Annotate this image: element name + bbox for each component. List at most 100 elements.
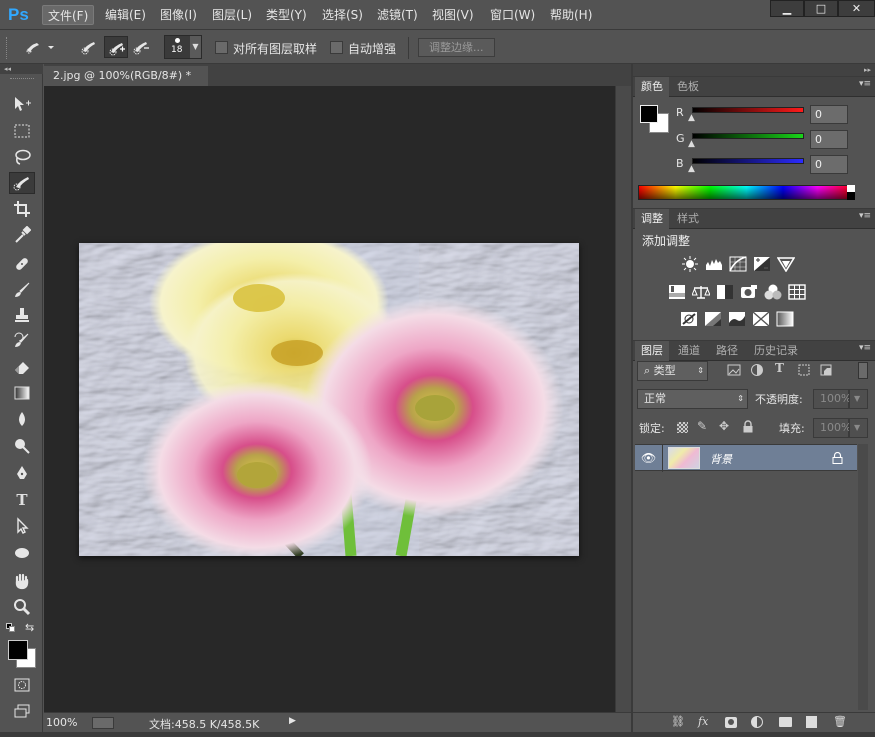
lock-position-icon[interactable]: ✥ <box>719 419 729 433</box>
tab-layers[interactable]: 图层 <box>635 341 669 361</box>
lock-transparent-pixels-icon[interactable] <box>677 422 688 433</box>
threshold-icon[interactable] <box>728 311 746 327</box>
clone-stamp-tool-icon[interactable] <box>9 304 35 326</box>
red-value-input[interactable]: 0 <box>810 105 848 124</box>
spectrum-white-chip[interactable] <box>847 185 855 192</box>
swap-colors-icon[interactable]: ⇆ <box>25 621 34 634</box>
gradient-map-icon[interactable] <box>776 311 794 327</box>
adjust-panel-menu-icon[interactable]: ▾≡ <box>859 211 871 221</box>
ellipse-tool-icon[interactable] <box>9 542 35 564</box>
eyedropper-tool-icon[interactable] <box>9 224 35 246</box>
type-tool-icon[interactable]: T <box>9 489 35 511</box>
history-brush-tool-icon[interactable] <box>9 330 35 352</box>
opacity-dropdown-icon[interactable]: ▼ <box>849 389 868 409</box>
quick-selection-preset-icon[interactable] <box>24 39 56 55</box>
status-info-icon[interactable] <box>92 717 114 729</box>
sample-all-layers-checkbox[interactable] <box>215 41 228 54</box>
zoom-tool-icon[interactable] <box>9 596 35 618</box>
exposure-icon[interactable] <box>753 256 771 272</box>
move-tool-icon[interactable] <box>9 93 35 115</box>
filter-shape-layer-icon[interactable] <box>797 363 811 377</box>
gradient-tool-icon[interactable] <box>9 382 35 404</box>
document-image[interactable] <box>79 243 579 556</box>
filter-smart-object-icon[interactable] <box>819 363 833 377</box>
tab-color[interactable]: 颜色 <box>635 77 669 97</box>
link-layers-icon[interactable]: ⛓ <box>671 715 685 728</box>
brush-size-picker[interactable]: 18 ▼ <box>164 35 202 59</box>
new-group-folder-icon[interactable] <box>779 717 792 727</box>
fill-input[interactable]: 100% <box>813 418 851 438</box>
opacity-input[interactable]: 100% <box>813 389 851 409</box>
layer-filter-select[interactable]: ⌕ 类型 ⇕ <box>637 361 708 381</box>
document-tab[interactable]: 2.jpg @ 100%(RGB/8#) * × <box>44 66 208 102</box>
filter-pixel-layer-icon[interactable] <box>727 363 741 377</box>
auto-enhance-checkbox[interactable] <box>330 41 343 54</box>
eye-visibility-icon[interactable]: 👁 <box>641 451 656 465</box>
menu-filter[interactable]: 滤镜(T) <box>372 5 423 25</box>
menu-layer[interactable]: 图层(L) <box>207 5 257 25</box>
menu-help[interactable]: 帮助(H) <box>545 5 597 25</box>
default-colors-icon[interactable] <box>6 623 16 633</box>
filter-toggle-switch[interactable] <box>858 362 868 379</box>
screen-mode-icon[interactable] <box>9 700 35 722</box>
red-slider-handle-icon[interactable]: ▲ <box>688 113 695 123</box>
new-selection-brush-icon[interactable] <box>80 39 98 55</box>
green-value-input[interactable]: 0 <box>810 130 848 149</box>
healing-brush-tool-icon[interactable] <box>9 253 35 275</box>
filter-type-layer-icon[interactable]: T <box>775 361 784 375</box>
filter-adjustment-layer-icon[interactable] <box>750 363 764 377</box>
minimize-button[interactable]: ▁ <box>770 0 804 17</box>
layer-row-background[interactable]: 👁 背景 <box>635 444 857 472</box>
selective-color-icon[interactable] <box>752 311 770 327</box>
lock-all-icon[interactable] <box>742 420 754 433</box>
hand-tool-icon[interactable] <box>9 570 35 592</box>
spectrum-black-chip[interactable] <box>847 192 855 200</box>
menu-type[interactable]: 类型(Y) <box>261 5 312 25</box>
chevron-down-icon[interactable]: ▼ <box>190 36 201 58</box>
refine-edge-button[interactable]: 调整边缘... <box>418 38 495 57</box>
foreground-color-swatch[interactable] <box>8 640 28 660</box>
blue-slider-track[interactable] <box>692 158 804 164</box>
menu-edit[interactable]: 编辑(E) <box>100 5 151 25</box>
pen-tool-icon[interactable] <box>9 462 35 484</box>
hue-saturation-icon[interactable] <box>668 284 686 300</box>
color-spectrum-bar[interactable] <box>638 185 855 200</box>
color-lookup-icon[interactable] <box>788 284 806 300</box>
color-panel-foreground-swatch[interactable] <box>640 105 658 123</box>
posterize-icon[interactable] <box>704 311 722 327</box>
crop-tool-icon[interactable] <box>9 198 35 220</box>
tab-adjustments[interactable]: 调整 <box>635 209 669 229</box>
layer-style-fx-icon[interactable]: fx <box>698 715 708 728</box>
dodge-tool-icon[interactable] <box>9 435 35 457</box>
vibrance-icon[interactable] <box>777 256 795 272</box>
curves-icon[interactable] <box>729 256 747 272</box>
panel-collapse-icon[interactable]: ▸▸ <box>633 64 875 76</box>
add-to-selection-toggle[interactable] <box>104 36 128 58</box>
blend-mode-select[interactable]: 正常 ⇕ <box>637 389 748 409</box>
marquee-tool-icon[interactable] <box>9 120 35 142</box>
subtract-from-selection-brush-icon[interactable] <box>132 39 150 55</box>
tab-history[interactable]: 历史记录 <box>748 341 804 361</box>
red-slider-track[interactable] <box>692 107 804 113</box>
menu-select[interactable]: 选择(S) <box>317 5 368 25</box>
color-balance-icon[interactable] <box>692 284 710 300</box>
fill-dropdown-icon[interactable]: ▼ <box>849 418 868 438</box>
new-layer-icon[interactable] <box>806 716 817 728</box>
menu-view[interactable]: 视图(V) <box>427 5 479 25</box>
layers-scrollbar[interactable] <box>858 444 868 710</box>
menu-window[interactable]: 窗口(W) <box>485 5 540 25</box>
quick-selection-tool-icon[interactable] <box>9 172 35 194</box>
vertical-scrollbar[interactable] <box>615 86 631 712</box>
quick-mask-icon[interactable] <box>9 674 35 696</box>
blue-slider-handle-icon[interactable]: ▲ <box>688 164 695 174</box>
new-adjustment-layer-icon[interactable] <box>751 716 763 728</box>
menu-file[interactable]: 文件(F) <box>42 5 95 25</box>
photo-filter-icon[interactable] <box>740 284 758 300</box>
brush-tool-icon[interactable] <box>9 279 35 301</box>
delete-layer-trash-icon[interactable]: 🗑 <box>833 715 847 728</box>
tab-channels[interactable]: 通道 <box>672 341 706 361</box>
zoom-level[interactable]: 100% <box>46 716 77 729</box>
eraser-tool-icon[interactable] <box>9 356 35 378</box>
green-slider-handle-icon[interactable]: ▲ <box>688 139 695 149</box>
maximize-button[interactable]: □ <box>804 0 838 17</box>
